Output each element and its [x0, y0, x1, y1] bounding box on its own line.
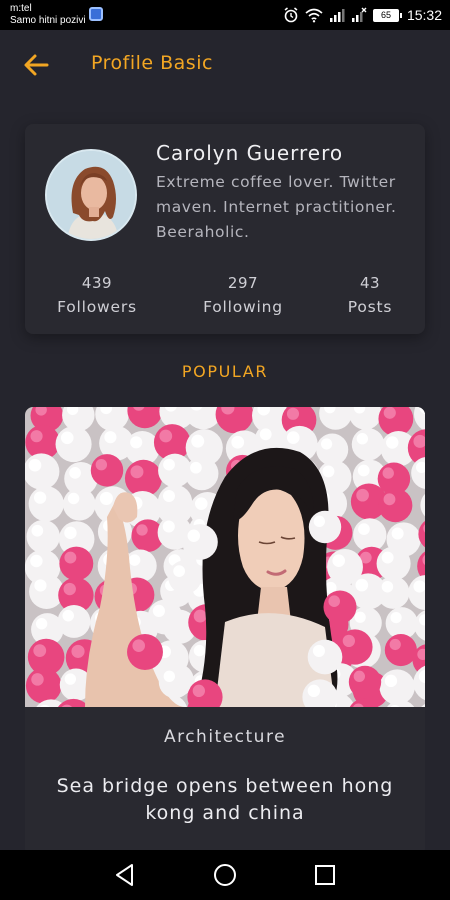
notification-app-icon — [89, 7, 103, 21]
avatar-image — [47, 151, 135, 239]
stat-value: 439 — [81, 274, 113, 292]
battery-icon: 65 — [372, 8, 402, 22]
system-nav-bar — [0, 850, 450, 900]
home-circle-icon[interactable] — [212, 862, 238, 888]
post-category: Architecture — [163, 727, 287, 747]
post-card[interactable]: Architecture Sea bridge opens between ho… — [25, 407, 425, 857]
arrow-left-icon[interactable] — [22, 52, 50, 78]
stat-label: Following — [203, 298, 283, 316]
carrier-name: m:tel — [10, 3, 32, 14]
status-bar: m:tel Samo hitni pozivi 65 15:32 — [0, 0, 450, 30]
clock: 15:32 — [406, 7, 442, 23]
profile-bio: Extreme coffee lover. Twitter maven. Int… — [156, 173, 397, 241]
back-triangle-icon[interactable] — [112, 862, 138, 888]
signal-no-service-icon — [351, 7, 367, 22]
signal-icon — [329, 9, 345, 22]
network-message: Samo hitni pozivi — [10, 15, 86, 26]
profile-card: Carolyn Guerrero Extreme coffee lover. T… — [25, 124, 425, 334]
stat-value: 43 — [359, 274, 381, 292]
carrier-info: m:tel Samo hitni pozivi — [10, 3, 86, 27]
stat-following[interactable]: 297 Following — [188, 274, 298, 316]
stat-label: Followers — [57, 298, 137, 316]
post-image — [25, 407, 425, 707]
profile-name: Carolyn Guerrero — [156, 141, 344, 165]
page-title: Profile Basic — [91, 52, 213, 74]
stat-followers[interactable]: 439 Followers — [42, 274, 152, 316]
status-icons: 65 15:32 — [283, 6, 442, 24]
avatar[interactable] — [45, 149, 137, 241]
recents-square-icon[interactable] — [312, 862, 338, 888]
post-title[interactable]: Sea bridge opens between hong kong and c… — [45, 773, 405, 827]
section-heading: POPULAR — [181, 362, 269, 381]
app-header: Profile Basic — [0, 30, 450, 100]
stat-value: 297 — [227, 274, 259, 292]
stat-posts[interactable]: 43 Posts — [328, 274, 412, 316]
wifi-icon — [305, 8, 323, 23]
alarm-icon — [284, 7, 298, 23]
stat-label: Posts — [347, 298, 393, 316]
